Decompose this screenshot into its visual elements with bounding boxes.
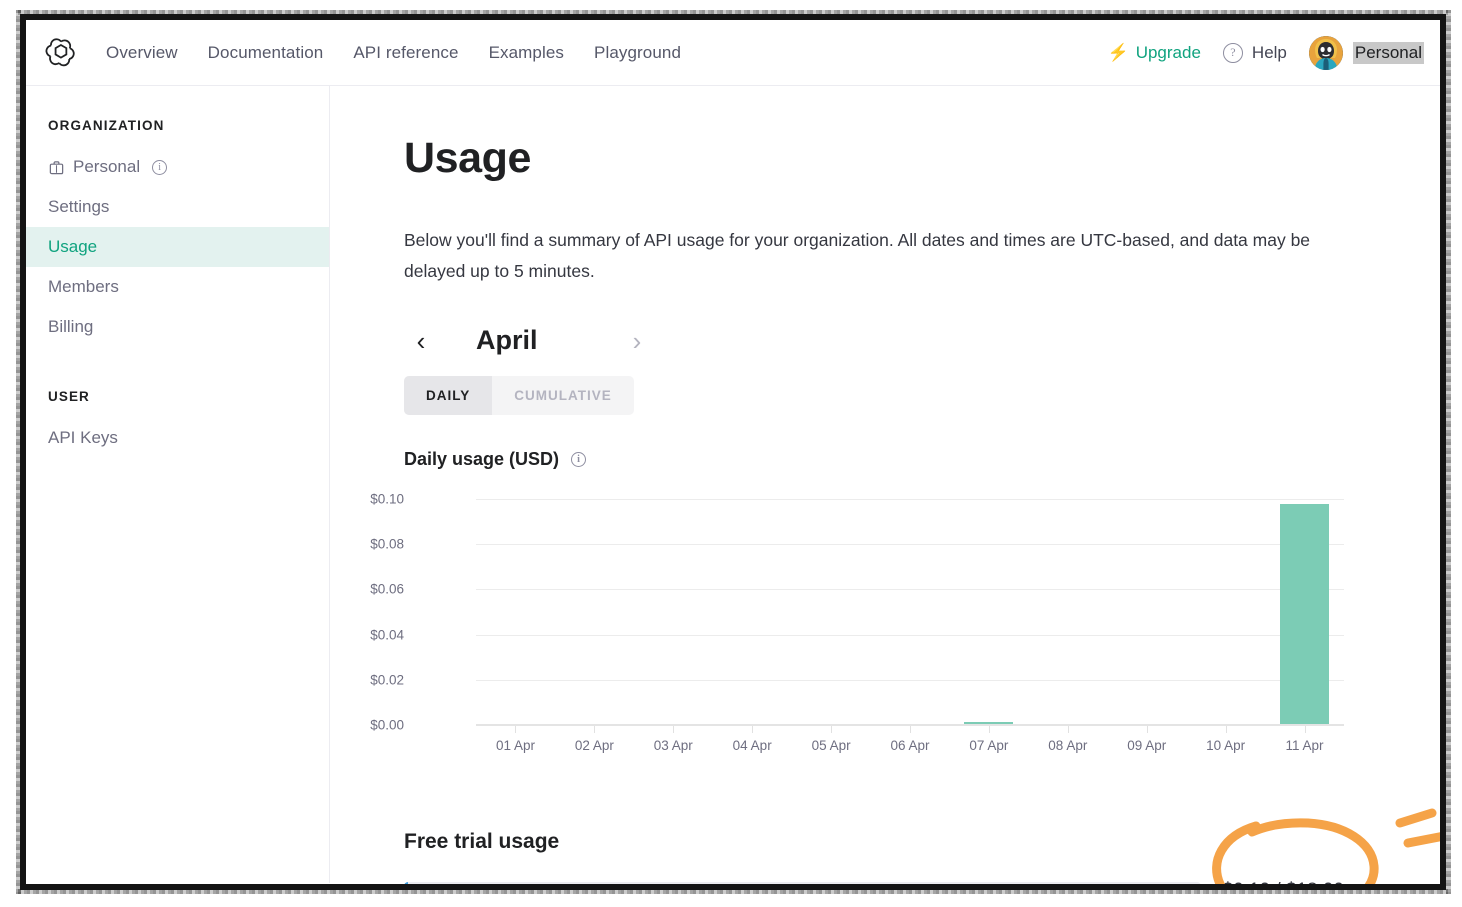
daily-usage-bar-chart: $0.10 $0.08 $0.06 $0.04 $0.02 $0.00 01 Apr 02 A… [370, 492, 1344, 768]
x-axis-tick-label: 07 Apr [969, 738, 1009, 753]
top-navigation-bar: Overview Documentation API reference Exa… [26, 20, 1440, 86]
openai-logo-icon[interactable] [44, 36, 78, 70]
chart-bar[interactable] [964, 721, 1014, 724]
usage-view-toggle: DAILY CUMULATIVE [404, 376, 634, 415]
x-axis-tick-mark [1225, 726, 1227, 733]
x-axis-tick-label: 03 Apr [653, 738, 693, 753]
x-axis-tick-mark [831, 726, 833, 733]
sidebar-item-api-keys[interactable]: API Keys [26, 418, 329, 458]
sidebar-item-label-settings: Settings [48, 197, 110, 216]
nav-link-api-reference[interactable]: API reference [353, 43, 458, 63]
tab-cumulative[interactable]: CUMULATIVE [492, 376, 634, 415]
month-label: April [476, 325, 538, 355]
screenshot-frame: Overview Documentation API reference Exa… [0, 0, 1462, 907]
sidebar-item-label-usage: Usage [48, 237, 98, 256]
sidebar-item-label-api-keys: API Keys [48, 428, 118, 447]
page-title: Usage [404, 134, 532, 182]
x-axis-tick-label: 10 Apr [1206, 738, 1246, 753]
help-button[interactable]: ? Help [1222, 42, 1287, 63]
chart-gridline [476, 499, 1344, 500]
x-axis-tick-mark [1304, 726, 1306, 733]
page-description: Below you'll find a summary of API usage… [404, 230, 1311, 281]
frame-edge-bottom [20, 884, 1446, 890]
frame-edge-right [1440, 14, 1446, 890]
help-label: Help [1251, 42, 1287, 62]
sidebar-heading-organization: ORGANIZATION [48, 118, 165, 133]
x-axis-tick-label: 02 Apr [574, 738, 614, 753]
x-axis-tick-mark [910, 726, 911, 733]
chart-title: Daily usage (USD) i [404, 449, 1440, 470]
frame-edge-top-fuzz [18, 10, 1448, 15]
sidebar-item-settings[interactable]: Settings [26, 187, 329, 227]
x-axis-tick-label: 05 Apr [811, 738, 851, 753]
x-axis-tick-mark [673, 726, 675, 733]
info-circle-icon[interactable]: i [571, 452, 587, 467]
frame-edge-left-fuzz [16, 10, 21, 894]
account-name-label: Personal [1352, 41, 1424, 64]
chart-gridline [476, 589, 1344, 591]
x-axis-tick-mark [988, 726, 990, 733]
main-content: Usage Below you'll find a summary of API… [330, 86, 1440, 884]
chart-gridline [476, 679, 1344, 681]
x-axis-tick-mark [594, 726, 596, 733]
sidebar: ORGANIZATION Personal i Settings Usage M… [26, 86, 330, 883]
sidebar-heading-user: USER [48, 389, 90, 404]
nav-link-examples[interactable]: Examples [489, 43, 564, 63]
chart-bar[interactable] [1280, 503, 1329, 724]
y-axis-tick-label: $0.06 [370, 581, 404, 597]
account-menu[interactable]: Personal [1308, 35, 1424, 70]
chevron-right-icon[interactable]: › [620, 328, 654, 354]
page-body: ORGANIZATION Personal i Settings Usage M… [26, 86, 1440, 884]
free-trial-usage-title: Free trial usage [404, 830, 560, 853]
sidebar-item-personal[interactable]: Personal i [26, 147, 329, 187]
frame-edge-bottom-fuzz [18, 889, 1448, 894]
x-axis-tick-label: 09 Apr [1127, 738, 1167, 753]
nav-link-documentation[interactable]: Documentation [208, 43, 324, 63]
free-trial-progress-bar [404, 881, 1201, 884]
x-axis-tick-label: 06 Apr [890, 738, 930, 753]
nav-links: Overview Documentation API reference Exa… [106, 43, 681, 63]
frame-edge-right-fuzz [1446, 10, 1451, 894]
upgrade-button[interactable]: ⚡ Upgrade [1108, 43, 1201, 63]
free-trial-amount-label: $0.10 / $18.00 [1223, 880, 1345, 884]
question-circle-icon: ? [1222, 42, 1243, 63]
user-avatar [1308, 35, 1343, 70]
chevron-left-icon[interactable]: ‹ [404, 328, 438, 354]
sidebar-item-label-members: Members [48, 277, 119, 296]
x-axis-tick-label: 11 Apr [1285, 738, 1324, 753]
sidebar-item-usage[interactable]: Usage [26, 227, 329, 267]
y-axis-tick-label: $0.10 [370, 491, 404, 507]
y-axis-tick-label: $0.00 [370, 717, 404, 733]
chart-gridline [476, 634, 1344, 636]
chart-gridline [476, 544, 1344, 546]
nav-right-group: ⚡ Upgrade ? Help Personal [1108, 35, 1426, 70]
free-trial-progress-fill [404, 881, 409, 884]
x-axis-tick-mark [515, 726, 517, 733]
x-axis-tick-mark [1067, 726, 1069, 733]
x-axis-tick-label: 08 Apr [1048, 738, 1088, 753]
chart-title-label: Daily usage (USD) [404, 449, 560, 469]
sidebar-item-billing[interactable]: Billing [26, 307, 329, 347]
x-axis-tick-mark [1146, 726, 1148, 733]
nav-link-playground[interactable]: Playground [594, 43, 681, 63]
y-axis-tick-label: $0.02 [370, 672, 404, 688]
lightning-bolt-icon: ⚡ [1107, 43, 1129, 62]
x-axis-tick-mark [752, 726, 754, 733]
x-axis-tick-label: 01 Apr [495, 738, 535, 753]
y-axis-tick-label: $0.08 [370, 536, 404, 552]
chart-plot-area [476, 498, 1344, 733]
nav-link-overview[interactable]: Overview [106, 43, 178, 63]
sidebar-item-label-billing: Billing [48, 317, 94, 336]
month-navigator: ‹ April › [404, 325, 654, 356]
building-icon [48, 159, 65, 176]
tab-daily[interactable]: DAILY [404, 376, 493, 415]
sidebar-item-label-personal: Personal [73, 157, 141, 176]
free-trial-usage-row: $0.10 / $18.00 [404, 880, 1344, 884]
sidebar-item-members[interactable]: Members [26, 267, 329, 307]
y-axis-tick-label: $0.04 [370, 627, 404, 643]
app-page: Overview Documentation API reference Exa… [26, 20, 1440, 884]
upgrade-label: Upgrade [1135, 42, 1201, 62]
info-circle-icon[interactable]: i [152, 159, 168, 175]
x-axis-tick-label: 04 Apr [732, 738, 772, 753]
